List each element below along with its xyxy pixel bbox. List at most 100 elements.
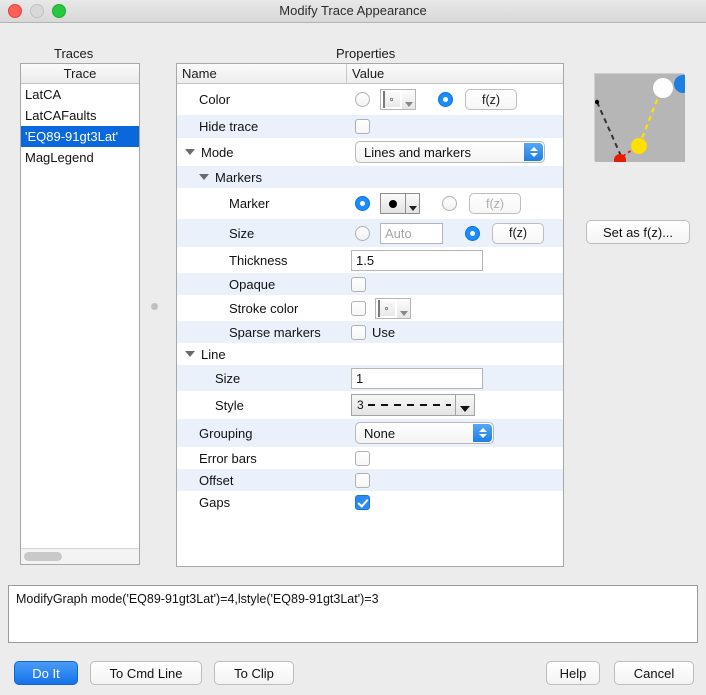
thickness-input[interactable]: 1.5 [351,249,483,271]
disclosure-triangle-down-icon[interactable] [199,174,209,180]
error-bars-checkbox[interactable] [355,450,370,466]
line-style-index: 3 [357,398,364,412]
dashed-line-preview-icon [367,404,451,406]
white-large-marker [653,78,673,98]
to-cmd-line-button[interactable]: To Cmd Line [90,661,202,685]
gaps-checkbox[interactable] [355,494,370,510]
marker-size-literal-radio[interactable] [355,225,370,241]
stroke-color-swatch[interactable] [376,298,397,318]
chevron-down-icon[interactable] [402,90,415,109]
grouping-popup-menu[interactable]: None [355,422,494,444]
trace-preview [594,73,692,166]
traces-caption: Traces [54,46,94,61]
list-item[interactable]: LatCAFaults [21,105,139,126]
stepper-icon[interactable] [473,424,492,442]
color-literal-radio[interactable] [355,92,370,107]
row-label-hide-trace: Hide trace [199,119,259,134]
marker-size-fz-radio[interactable] [465,225,480,241]
stroke-color-swatch-well[interactable] [375,297,411,319]
row-label-opaque: Opaque [229,276,276,292]
zoom-window-button[interactable] [52,4,66,18]
row-label-color: Color [199,92,231,107]
command-text-area[interactable]: ModifyGraph mode('EQ89-91gt3Lat')=4,lsty… [8,585,698,643]
traces-list[interactable]: LatCA LatCAFaults 'EQ89-91gt3Lat' MagLeg… [21,84,139,168]
set-as-fz-button[interactable]: Set as f(z)... [586,220,690,244]
hide-trace-checkbox[interactable] [355,119,370,134]
minimize-window-button[interactable] [30,4,44,18]
help-button[interactable]: Help [546,661,600,685]
filled-circle-icon [389,199,397,208]
marker-fz-radio[interactable] [442,196,457,211]
row-mode: Mode Lines and markers [177,138,563,166]
row-label-error-bars: Error bars [199,450,257,466]
list-item[interactable]: LatCA [21,84,139,105]
cancel-button[interactable]: Cancel [614,661,694,685]
row-label-gaps: Gaps [199,494,231,510]
stroke-color-checkbox[interactable] [351,300,366,316]
chevron-down-icon[interactable] [455,395,474,415]
color-swatch[interactable] [381,90,402,109]
line-style-combo[interactable]: 3 [351,394,475,416]
color-swatch-well[interactable] [380,89,416,110]
properties-caption: Properties [336,46,396,61]
marker-shape-well[interactable] [380,193,420,214]
row-value-line-style: 3 [346,394,563,416]
chevron-down-icon[interactable] [397,299,410,318]
row-label-line-style: Style [215,397,244,413]
line-size-input[interactable]: 1 [351,367,483,389]
row-thickness: Thickness 1.5 [177,247,563,273]
row-value-opaque [346,276,563,292]
row-value-marker: f(z) [346,193,563,214]
marker-size-input[interactable]: Auto [380,222,443,244]
row-label-line-group-text: Line [201,346,226,362]
yellow-marker [631,138,647,154]
marker-size-fz-button[interactable]: f(z) [492,222,544,244]
row-value-grouping: None [346,422,563,444]
sparse-markers-use-label: Use [372,324,396,340]
row-value-line-size: 1 [346,367,563,389]
row-value-mode: Lines and markers [346,141,563,163]
color-fz-button[interactable]: f(z) [465,89,517,110]
traces-horizontal-scrollbar[interactable] [21,548,139,564]
black-dot-marker [594,99,600,105]
row-label-stroke-color: Stroke color [229,300,299,316]
list-item[interactable]: 'EQ89-91gt3Lat' [21,126,139,147]
color-fz-radio[interactable] [438,92,453,107]
mode-popup-menu[interactable]: Lines and markers [355,141,545,163]
disclosure-triangle-down-icon[interactable] [185,149,195,155]
offset-checkbox[interactable] [355,472,370,488]
row-value-marker-size: Auto f(z) [346,222,563,244]
row-label-marker-size: Size [229,225,255,241]
row-value-thickness: 1.5 [346,249,563,271]
marker-fz-button[interactable]: f(z) [469,193,521,214]
list-item[interactable]: MagLegend [21,147,139,168]
row-value-error-bars [346,450,563,466]
traces-list-box[interactable]: Trace LatCA LatCAFaults 'EQ89-91gt3Lat' … [20,63,140,565]
row-label-markers-group: Markers [177,170,346,185]
scrollbar-thumb[interactable] [24,552,62,561]
disclosure-triangle-down-icon[interactable] [185,351,195,357]
row-value-gaps [346,494,563,510]
to-clip-button[interactable]: To Clip [214,661,294,685]
bottom-button-bar: Do It To Cmd Line To Clip Help Cancel [0,655,706,695]
row-gaps: Gaps [177,491,563,513]
row-label-sparse-markers: Sparse markers [229,324,321,340]
row-label-offset: Offset [199,472,234,488]
splitter-handle[interactable] [151,303,158,310]
marker-literal-radio[interactable] [355,196,370,211]
row-opaque: Opaque [177,273,563,295]
chevron-down-icon[interactable] [406,194,419,213]
stepper-icon[interactable] [524,143,543,161]
row-marker: Marker f(z) [177,188,563,219]
opaque-checkbox[interactable] [351,276,366,292]
row-line-size: Size 1 [177,365,563,391]
row-value-offset [346,472,563,488]
close-window-button[interactable] [8,4,22,18]
trace-preview-graphic [594,74,692,166]
sparse-markers-checkbox[interactable] [351,324,366,340]
row-label-grouping: Grouping [199,425,253,441]
row-marker-size: Size Auto f(z) [177,219,563,247]
row-line-group: Line [177,343,563,365]
do-it-button[interactable]: Do It [14,661,78,685]
row-hide-trace: Hide trace [177,115,563,138]
